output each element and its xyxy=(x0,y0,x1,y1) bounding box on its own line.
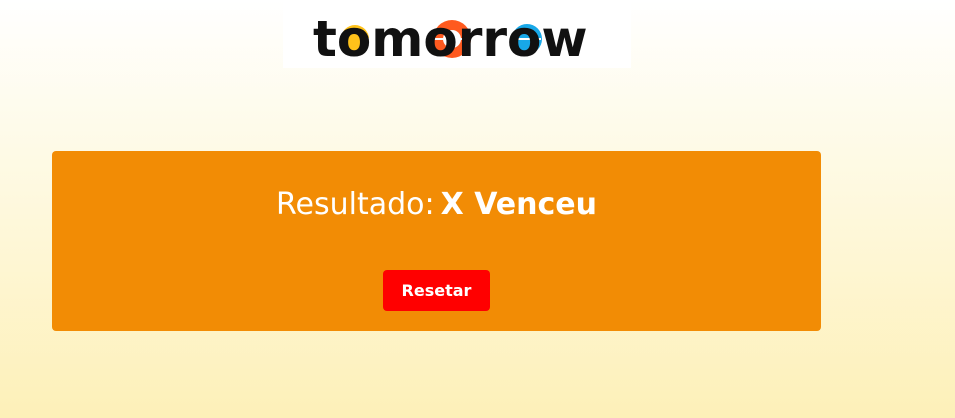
result-panel: Resultado: X Venceu Resetar xyxy=(52,151,821,331)
logo: tomorrow xyxy=(283,0,631,68)
reset-button[interactable]: Resetar xyxy=(383,270,490,311)
result-label: Resultado: xyxy=(276,187,435,222)
tomorrow-logo: tomorrow xyxy=(313,10,588,62)
logo-text: tomorrow xyxy=(313,10,588,62)
result-line: Resultado: X Venceu xyxy=(52,187,821,222)
result-value: X Venceu xyxy=(440,187,597,222)
